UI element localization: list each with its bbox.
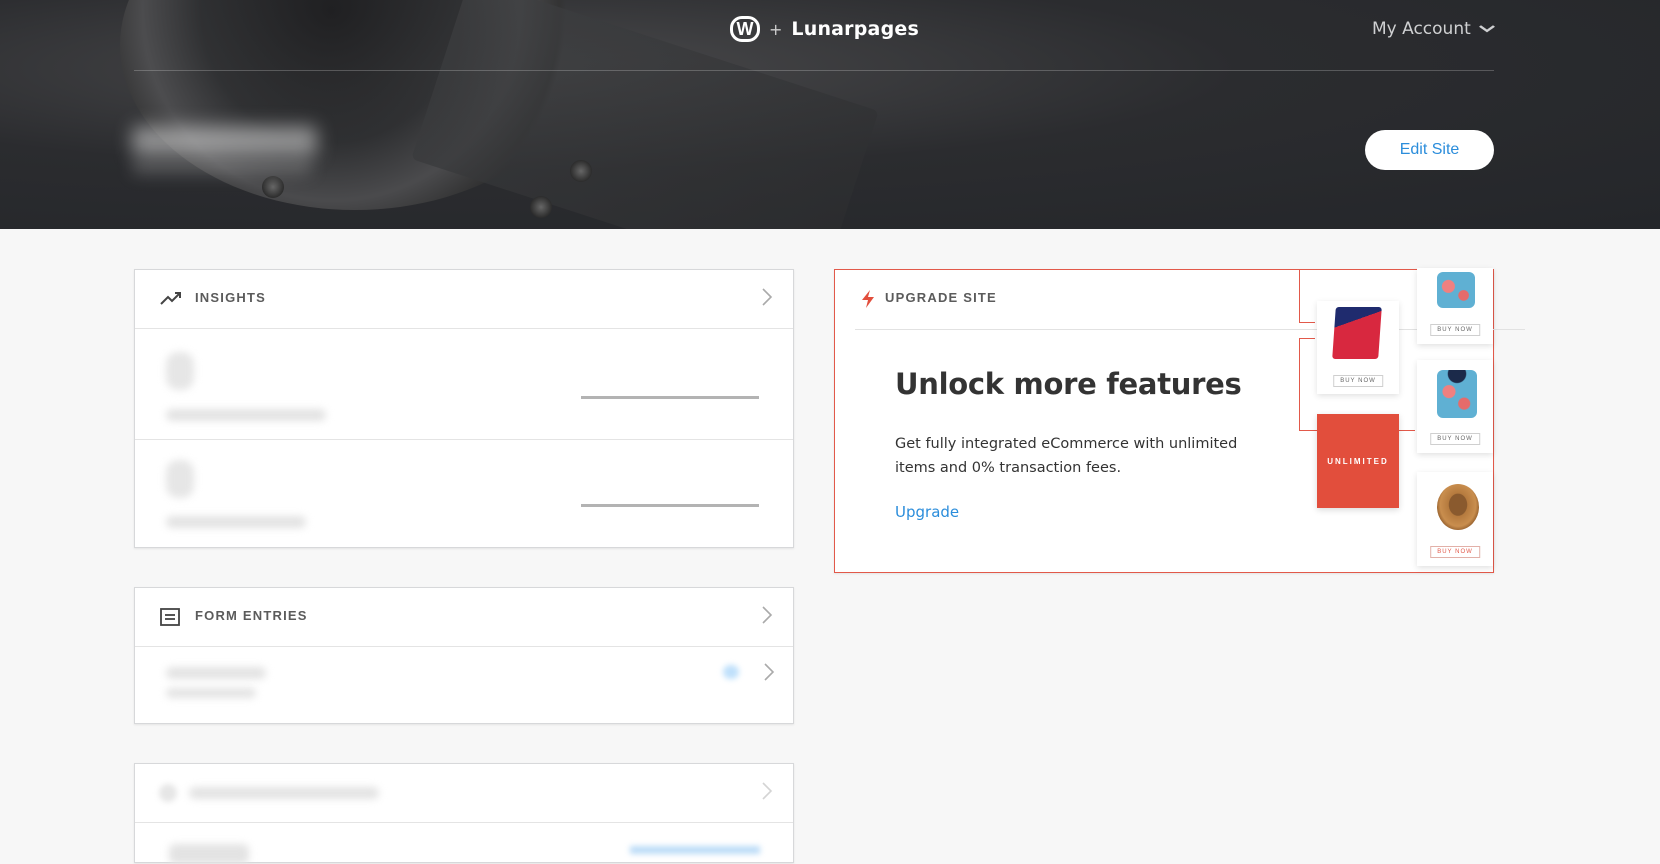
- upgrade-link[interactable]: Upgrade: [895, 503, 959, 521]
- chevron-right-icon[interactable]: [763, 661, 775, 683]
- form-entries-count-blurred: [166, 688, 256, 698]
- form-entry-badge-blurred: [723, 665, 739, 679]
- header-divider: [134, 70, 1494, 71]
- form-entries-card-header[interactable]: FORM ENTRIES: [135, 588, 793, 647]
- insights-row-divider: [135, 439, 793, 440]
- promo-buy-now-label: BUY NOW: [1430, 546, 1480, 558]
- chevron-down-icon: [1478, 25, 1495, 33]
- promo-unlimited-badge: UNLIMITED: [1317, 414, 1399, 508]
- blurred-card-title: [189, 787, 379, 799]
- promo-product-shirt-1: BUY NOW: [1417, 268, 1493, 344]
- insights-card-header[interactable]: INSIGHTS: [135, 270, 793, 329]
- insights-card: INSIGHTS: [134, 269, 794, 548]
- banner-bolt: [530, 196, 552, 218]
- promo-product-shirt-2: BUY NOW: [1417, 360, 1493, 453]
- upgrade-headline: Unlock more features: [895, 367, 1242, 401]
- edit-site-button[interactable]: Edit Site: [1365, 130, 1494, 170]
- trending-up-icon: [160, 292, 181, 305]
- upgrade-site-card: UPGRADE SITE Unlock more features Get fu…: [834, 268, 1525, 573]
- my-account-menu[interactable]: My Account: [1372, 16, 1495, 42]
- banner-bolt: [570, 160, 592, 182]
- site-title-blurred: [132, 126, 317, 156]
- site-subtitle-blurred: [132, 160, 312, 174]
- banner-bolt: [262, 176, 284, 198]
- blurred-card-icon: [159, 784, 177, 802]
- page-views-sparkline: [581, 504, 759, 507]
- unique-visitors-value-blurred: [166, 352, 194, 390]
- promo-product-hat: BUY NOW: [1417, 472, 1493, 566]
- chevron-right-icon[interactable]: [761, 780, 773, 802]
- promo-buy-now-label: BUY NOW: [1430, 324, 1480, 336]
- form-name-blurred: [166, 667, 266, 679]
- chevron-right-icon[interactable]: [761, 604, 773, 626]
- page-views-value-blurred: [166, 460, 194, 498]
- blurred-card-bar: [630, 846, 760, 854]
- site-header-banner: W + Lunarpages My Account Edit Site: [0, 0, 1660, 229]
- form-entry-row[interactable]: [135, 647, 795, 723]
- form-entries-card: FORM ENTRIES: [134, 587, 794, 724]
- lightning-bolt-icon: [862, 290, 874, 308]
- form-icon: [160, 608, 180, 626]
- brand-lockup[interactable]: W + Lunarpages: [730, 14, 919, 44]
- promo-buy-now-label: BUY NOW: [1430, 433, 1480, 445]
- blurred-card: [134, 763, 794, 864]
- form-entries-title: FORM ENTRIES: [195, 608, 308, 623]
- promo-buy-now-label: BUY NOW: [1333, 375, 1383, 387]
- page-views-label-blurred: [166, 516, 306, 528]
- insights-title: INSIGHTS: [195, 290, 266, 305]
- blurred-card-value: [169, 844, 249, 864]
- brand-name: Lunarpages: [791, 18, 919, 40]
- upgrade-title: UPGRADE SITE: [885, 290, 997, 305]
- upgrade-description: Get fully integrated eCommerce with unli…: [895, 436, 1238, 476]
- chevron-right-icon[interactable]: [761, 286, 773, 308]
- my-account-label: My Account: [1372, 19, 1471, 39]
- brand-plus: +: [769, 19, 783, 39]
- unique-visitors-label-blurred: [166, 409, 326, 421]
- promo-product-pants: BUY NOW: [1317, 301, 1399, 394]
- weebly-w-icon: W: [730, 16, 760, 42]
- unique-visitors-sparkline: [581, 396, 759, 399]
- blurred-card-header[interactable]: [135, 764, 793, 823]
